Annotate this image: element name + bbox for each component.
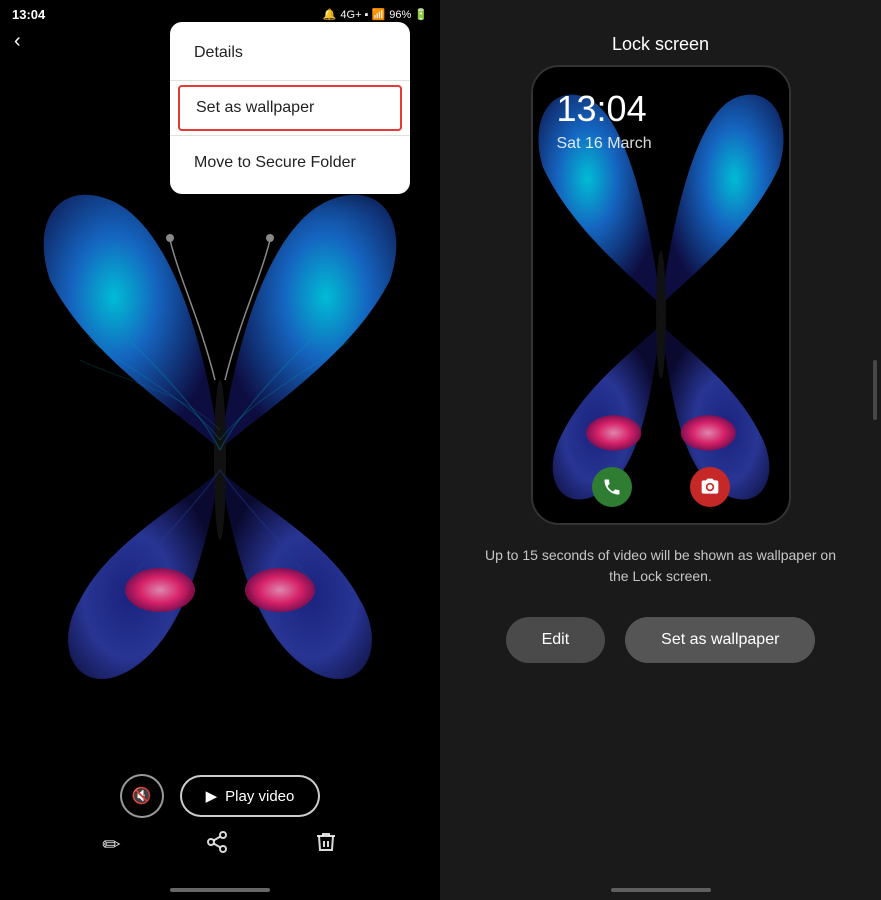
butterfly-image bbox=[30, 160, 410, 740]
set-wallpaper-menu-item[interactable]: Set as wallpaper bbox=[178, 85, 402, 131]
phone-preview-time: 13:04 bbox=[557, 91, 647, 127]
scroll-hint bbox=[873, 360, 877, 420]
back-button[interactable]: ‹ bbox=[14, 30, 21, 53]
right-header-title: Lock screen bbox=[440, 28, 881, 65]
set-wallpaper-button[interactable]: Set as wallpaper bbox=[625, 617, 815, 663]
status-bar-right bbox=[440, 0, 881, 28]
menu-divider-2 bbox=[170, 135, 410, 136]
alarm-icon: 🔔 bbox=[323, 8, 337, 21]
signal-bars: 4G+ ▪ 📶 bbox=[340, 8, 385, 21]
edit-icon[interactable]: ✏ bbox=[102, 832, 120, 858]
phone-preview-date: Sat 16 March bbox=[557, 135, 652, 153]
phone-bottom-icons bbox=[533, 467, 789, 507]
play-label: Play video bbox=[225, 788, 294, 805]
left-panel: 13:04 🔔 4G+ ▪ 📶 96% 🔋 ‹ bbox=[0, 0, 440, 900]
mute-icon: 🔇 bbox=[132, 786, 152, 806]
play-icon: ▶ bbox=[206, 787, 218, 805]
battery-icon: 96% 🔋 bbox=[389, 8, 428, 21]
mute-play-row: 🔇 ▶ Play video bbox=[120, 774, 321, 818]
status-icons-left: 🔔 4G+ ▪ 📶 96% 🔋 bbox=[323, 8, 428, 21]
move-secure-menu-item[interactable]: Move to Secure Folder bbox=[170, 140, 410, 186]
phone-camera-icon bbox=[690, 467, 730, 507]
home-indicator-right bbox=[611, 888, 711, 892]
share-icon[interactable] bbox=[205, 830, 229, 860]
status-time-left: 13:04 bbox=[12, 7, 45, 22]
play-video-button[interactable]: ▶ Play video bbox=[180, 775, 321, 817]
right-panel: Lock screen bbox=[440, 0, 881, 900]
menu-divider-1 bbox=[170, 80, 410, 81]
phone-preview: 13:04 Sat 16 March bbox=[531, 65, 791, 525]
action-row: ✏ bbox=[0, 830, 440, 860]
home-indicator-left bbox=[170, 888, 270, 892]
description-text: Up to 15 seconds of video will be shown … bbox=[440, 525, 881, 607]
dropdown-menu: Details Set as wallpaper Move to Secure … bbox=[170, 22, 410, 194]
bottom-controls: 🔇 ▶ Play video ✏ bbox=[0, 774, 440, 860]
delete-icon[interactable] bbox=[314, 830, 338, 860]
edit-button[interactable]: Edit bbox=[506, 617, 606, 663]
phone-call-icon bbox=[592, 467, 632, 507]
details-menu-item[interactable]: Details bbox=[170, 30, 410, 76]
mute-button[interactable]: 🔇 bbox=[120, 774, 164, 818]
bottom-buttons: Edit Set as wallpaper bbox=[440, 607, 881, 683]
phone-preview-inner: 13:04 Sat 16 March bbox=[533, 67, 789, 523]
